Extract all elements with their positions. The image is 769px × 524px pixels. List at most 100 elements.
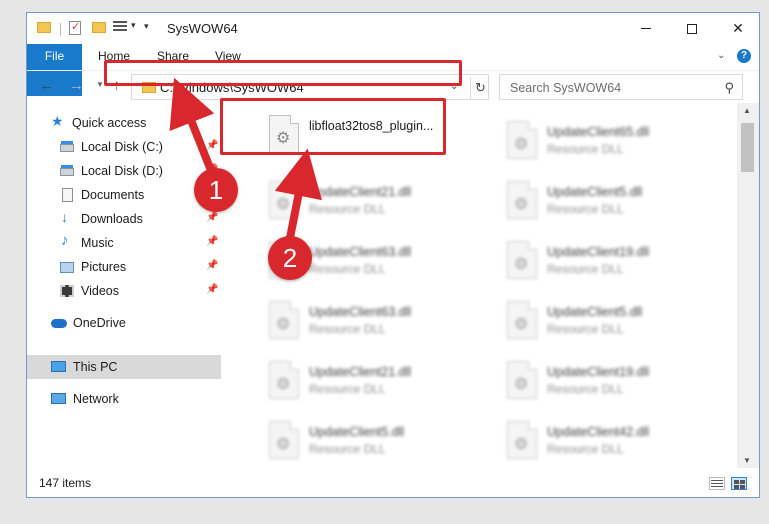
sidebar-item-onedrive[interactable]: OneDrive: [27, 311, 221, 335]
search-input[interactable]: Search SysWOW64 ⚲: [499, 74, 743, 100]
properties-icon[interactable]: [69, 20, 81, 35]
file-item[interactable]: ⚙ UpdateClient19.dll Resource DLL: [479, 357, 699, 409]
sidebar-item-music[interactable]: ♪ Music 📌: [27, 231, 221, 255]
dll-file-icon: ⚙: [507, 361, 537, 399]
gear-icon: ⚙: [276, 130, 291, 147]
file-name: UpdateClient19.dll: [547, 245, 650, 259]
recent-locations-icon[interactable]: ▼: [96, 80, 104, 89]
file-item[interactable]: ⚙ UpdateClient21.dll Resource DLL: [241, 357, 461, 409]
file-item[interactable]: ⚙ UpdateClient19.dll Resource DLL: [479, 237, 699, 289]
videos-icon: [60, 285, 74, 297]
gear-icon: ⚙: [514, 376, 529, 393]
large-icons-view-icon[interactable]: [731, 477, 747, 490]
chevron-down-icon[interactable]: ▾: [131, 20, 136, 36]
sidebar-item-pictures[interactable]: Pictures 📌: [27, 255, 221, 279]
folder-icon: [142, 82, 156, 93]
file-name: UpdateClient5.dll: [309, 425, 405, 439]
file-item[interactable]: ⚙ UpdateClient42.dll Resource DLL: [479, 417, 699, 468]
pin-icon[interactable]: 📌: [206, 212, 218, 223]
sidebar-item-label: Videos: [81, 284, 119, 298]
tab-home[interactable]: Home: [98, 44, 130, 68]
file-type: Resource DLL: [547, 142, 624, 156]
scroll-down-icon[interactable]: ▼: [743, 456, 751, 465]
file-item[interactable]: ⚙ UpdateClient21.dll Resource DLL: [241, 177, 461, 229]
file-item[interactable]: ⚙ UpdateClient5.dll Resource DLL: [479, 297, 699, 349]
file-name: UpdateClient5.dll: [547, 185, 643, 199]
address-history-icon[interactable]: ⌄: [450, 81, 458, 92]
sidebar-item-label: This PC: [73, 360, 118, 374]
sidebar-item-quick-access[interactable]: ★ Quick access: [27, 111, 221, 135]
file-name: UpdateClient63.dll: [309, 245, 412, 259]
folder-icon: [37, 22, 51, 33]
address-bar[interactable]: C:\Windows\SysWOW64 ⌄ ↻: [131, 74, 489, 100]
file-item[interactable]: ⚙ UpdateClient65.dll Resource DLL: [479, 117, 699, 169]
quick-access-divider: [60, 23, 61, 36]
file-item[interactable]: ⚙ UpdateClient63.dll Resource DLL: [241, 297, 461, 349]
sidebar-item-this-pc[interactable]: This PC: [27, 355, 221, 379]
help-icon[interactable]: ?: [737, 49, 751, 63]
gear-icon: ⚙: [514, 196, 529, 213]
pin-icon[interactable]: 📌: [206, 140, 218, 151]
back-button[interactable]: ←: [39, 77, 54, 94]
dll-file-icon: ⚙: [507, 181, 537, 219]
maximize-button[interactable]: [669, 13, 715, 44]
sidebar-item-label: Documents: [81, 188, 145, 202]
expand-ribbon-icon[interactable]: ⌄: [717, 50, 725, 61]
star-icon: ★: [51, 113, 64, 129]
sidebar-item-label: Music: [81, 236, 114, 250]
file-type: Resource DLL: [309, 262, 386, 276]
pictures-icon: [60, 262, 74, 273]
file-item-libfloat32tos8-plugin[interactable]: ⚙ libfloat32tos8_plugin...: [241, 111, 461, 163]
sidebar-item-videos[interactable]: Videos 📌: [27, 279, 221, 303]
sidebar-item-local-disk-d[interactable]: Local Disk (D:) 📌: [27, 159, 221, 183]
pin-icon[interactable]: 📌: [206, 260, 218, 271]
dll-file-icon: ⚙: [269, 115, 299, 153]
close-button[interactable]: ✕: [715, 13, 759, 44]
forward-button[interactable]: →: [69, 77, 84, 94]
file-type: Resource DLL: [309, 382, 386, 396]
details-view-icon[interactable]: [709, 477, 725, 490]
vertical-scrollbar[interactable]: ▲ ▼: [737, 103, 759, 468]
dll-file-icon: ⚙: [507, 421, 537, 459]
view-options-icon[interactable]: [113, 21, 127, 33]
file-type: Resource DLL: [309, 322, 386, 336]
dll-file-icon: ⚙: [507, 301, 537, 339]
tab-share[interactable]: Share: [157, 44, 189, 68]
file-item[interactable]: ⚙ UpdateClient5.dll Resource DLL: [479, 177, 699, 229]
address-row: ← → ▼ ↑ C:\Windows\SysWOW64 ⌄ ↻ Search S…: [27, 70, 759, 102]
file-name: UpdateClient19.dll: [547, 365, 650, 379]
sidebar-item-label: Downloads: [81, 212, 143, 226]
file-name: UpdateClient65.dll: [547, 125, 650, 139]
file-name: UpdateClient21.dll: [309, 185, 412, 199]
sidebar-item-downloads[interactable]: ↓ Downloads 📌: [27, 207, 221, 231]
sidebar-item-network[interactable]: Network: [27, 387, 221, 411]
gear-icon: ⚙: [514, 136, 529, 153]
network-icon: [51, 393, 66, 404]
tab-view[interactable]: View: [215, 44, 241, 68]
file-name: UpdateClient5.dll: [547, 305, 643, 319]
search-placeholder: Search SysWOW64: [510, 81, 622, 95]
address-path[interactable]: C:\Windows\SysWOW64: [160, 80, 304, 95]
gear-icon: ⚙: [514, 256, 529, 273]
new-folder-icon[interactable]: [92, 22, 106, 33]
pin-icon[interactable]: 📌: [206, 236, 218, 247]
callout-marker-1: 1: [194, 168, 238, 212]
sidebar-item-documents[interactable]: Documents 📌: [27, 183, 221, 207]
customize-toolbar-icon[interactable]: ▾: [144, 21, 149, 37]
dll-file-icon: ⚙: [507, 121, 537, 159]
refresh-button[interactable]: ↻: [470, 77, 490, 99]
dll-file-icon: ⚙: [269, 181, 299, 219]
search-icon: ⚲: [724, 80, 734, 95]
sidebar-item-local-disk-c[interactable]: Local Disk (C:) 📌: [27, 135, 221, 159]
up-button[interactable]: ↑: [113, 77, 121, 94]
status-bar: 147 items: [27, 471, 759, 497]
pin-icon[interactable]: 📌: [206, 284, 218, 295]
scroll-up-icon[interactable]: ▲: [743, 106, 751, 115]
file-type: Resource DLL: [547, 262, 624, 276]
file-item[interactable]: ⚙ UpdateClient5.dll Resource DLL: [241, 417, 461, 468]
sidebar-item-label: Network: [73, 392, 119, 406]
gear-icon: ⚙: [276, 436, 291, 453]
scroll-thumb[interactable]: [741, 123, 754, 172]
file-type: Resource DLL: [309, 442, 386, 456]
minimize-button[interactable]: [623, 13, 669, 44]
